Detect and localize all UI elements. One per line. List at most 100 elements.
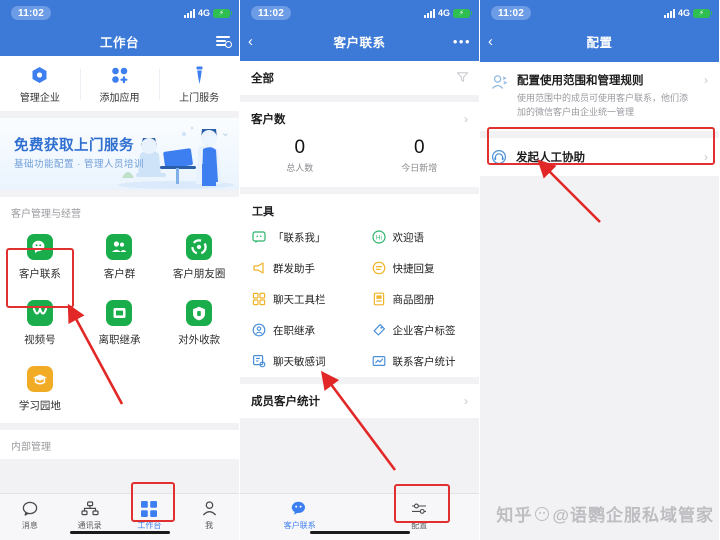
status-indicators: 4G ⚡: [424, 8, 470, 18]
status-time: 11:02: [11, 6, 51, 20]
quick-action-label: 上门服务: [159, 89, 239, 104]
tools-grid: 「联系我」 Hi 欢迎语 群发助手 快捷回复 聊天工具栏: [240, 222, 479, 377]
workbench-icon: [120, 499, 180, 518]
inherit-onjob-icon: [252, 323, 266, 337]
customer-tag-icon: [372, 323, 386, 337]
config-scope-row[interactable]: 配置使用范围和管理规则 使用范围中的成员可使用客户联系，他们添加的微信客户由企业…: [480, 62, 719, 131]
battery-charging-icon: ⚡: [453, 9, 470, 18]
app-customer-moments[interactable]: 客户朋友圈: [159, 225, 239, 291]
user-scope-icon: [491, 74, 508, 91]
chevron-right-icon[interactable]: ›: [704, 150, 708, 164]
divider: [0, 190, 239, 197]
contacts-icon: [60, 499, 120, 518]
divider: [240, 187, 479, 194]
status-indicators: 4G ⚡: [664, 8, 710, 18]
app-handover[interactable]: 离职继承: [80, 291, 160, 357]
member-stats-row[interactable]: 成员客户统计 ›: [240, 384, 479, 418]
signal-icon: [664, 9, 675, 18]
funnel-icon[interactable]: [457, 71, 468, 85]
status-bar-1: 11:02 4G ⚡: [0, 0, 239, 26]
app-external-payment[interactable]: 对外收款: [159, 291, 239, 357]
tool-sensitive-word[interactable]: 聊天敏感词: [240, 346, 360, 377]
watermark-brand: 知乎: [496, 501, 532, 526]
tool-label: 聊天工具栏: [273, 292, 326, 307]
stat-caption: 总人数: [240, 161, 360, 174]
tab-label: 配置: [360, 520, 480, 531]
contact-stats-icon: [372, 354, 386, 368]
chevron-right-icon[interactable]: ›: [464, 394, 468, 408]
tab-config[interactable]: 配置: [360, 499, 480, 531]
page-title: 配置: [480, 32, 719, 51]
member-stats-label: 成员客户统计: [251, 393, 320, 409]
product-catalog-icon: [372, 292, 386, 306]
quick-action-manage-enterprise[interactable]: 管理企业: [0, 65, 80, 104]
banner-title: 免费获取上门服务: [14, 134, 134, 155]
section-title-customer: 客户管理与经营: [0, 197, 239, 225]
customer-count-header[interactable]: 客户数 ›: [240, 102, 479, 136]
tab-profile[interactable]: 我: [179, 499, 239, 531]
tab-contacts[interactable]: 通讯录: [60, 499, 120, 531]
tool-chat-toolbar[interactable]: 聊天工具栏: [240, 284, 360, 315]
tab-workbench[interactable]: 工作台: [120, 499, 180, 531]
svg-text:Hi: Hi: [375, 235, 382, 242]
customer-count-card: 客户数 › 0 总人数 0 今日新增: [240, 102, 479, 187]
tab-customer-contact[interactable]: 客户联系: [240, 499, 360, 531]
panel-config: 11:02 4G ⚡ ‹ 配置 配置使用范围和管理规则 使用范围中的成员可使用客…: [480, 0, 720, 540]
tool-customer-tag[interactable]: 企业客户标签: [360, 315, 480, 346]
navbar-workbench: 工作台: [0, 26, 239, 56]
status-time: 11:02: [251, 6, 291, 20]
chevron-left-icon[interactable]: ‹: [248, 34, 253, 49]
app-customer-contact[interactable]: 客户联系: [0, 225, 80, 291]
tool-label: 企业客户标签: [393, 323, 456, 338]
app-customer-group[interactable]: 客户群: [80, 225, 160, 291]
divider: [240, 95, 479, 102]
app-label: 对外收款: [159, 332, 239, 347]
tool-broadcast[interactable]: 群发助手: [240, 253, 360, 284]
battery-charging-icon: ⚡: [693, 9, 710, 18]
network-label: 4G: [198, 8, 210, 18]
tabbar-panel1: 消息 通讯录 工作台 我: [0, 493, 239, 540]
tab-label: 通讯录: [60, 520, 120, 531]
quick-reply-icon: [372, 261, 386, 275]
more-dots-icon[interactable]: •••: [453, 35, 471, 48]
config-assist-row[interactable]: 发起人工协助 ›: [480, 138, 719, 176]
network-label: 4G: [678, 8, 690, 18]
app-grid-empty: [80, 357, 160, 423]
page-title: 工作台: [0, 32, 239, 51]
tool-quick-reply[interactable]: 快捷回复: [360, 253, 480, 284]
chevron-left-icon[interactable]: ‹: [488, 34, 493, 49]
chevron-right-icon[interactable]: ›: [464, 112, 468, 126]
watermark-handle: @语鹦企服私域管家: [552, 501, 714, 526]
tool-contact-stats[interactable]: 联系客户统计: [360, 346, 480, 377]
customer-count-title: 客户数: [251, 111, 286, 127]
channels-icon: [27, 300, 53, 326]
tool-inherit-onjob[interactable]: 在职继承: [240, 315, 360, 346]
tool-product-catalog[interactable]: 商品图册: [360, 284, 480, 315]
tool-contact-me[interactable]: 「联系我」: [240, 222, 360, 253]
profile-icon: [179, 499, 239, 518]
filter-settings-icon[interactable]: [216, 35, 231, 47]
tools-card: 工具 「联系我」 Hi 欢迎语 群发助手 快捷回复: [240, 194, 479, 377]
quick-action-add-app[interactable]: 添加应用: [80, 65, 160, 104]
tool-welcome-message[interactable]: Hi 欢迎语: [360, 222, 480, 253]
payment-icon: [186, 300, 212, 326]
divider: [240, 377, 479, 384]
signal-icon: [184, 9, 195, 18]
chevron-down-icon[interactable]: ⌄: [221, 126, 230, 139]
moments-icon: [186, 234, 212, 260]
promo-banner[interactable]: 免费获取上门服务 基础功能配置 · 管理人员培训 ⌄: [0, 118, 239, 190]
battery-charging-icon: ⚡: [213, 9, 230, 18]
tie-icon: [159, 65, 239, 85]
filter-label: 全部: [251, 70, 274, 86]
app-learning[interactable]: 学习园地: [0, 357, 80, 423]
app-label: 客户群: [80, 266, 160, 281]
app-channels[interactable]: 视频号: [0, 291, 80, 357]
app-label: 客户联系: [0, 266, 80, 281]
chevron-right-icon[interactable]: ›: [704, 72, 708, 87]
tool-label: 快捷回复: [393, 261, 435, 276]
customer-contact-icon: [240, 499, 360, 518]
quick-action-onsite-service[interactable]: 上门服务: [159, 65, 239, 104]
tab-messages[interactable]: 消息: [0, 499, 60, 531]
divider: [0, 423, 239, 430]
filter-row[interactable]: 全部: [240, 61, 479, 95]
